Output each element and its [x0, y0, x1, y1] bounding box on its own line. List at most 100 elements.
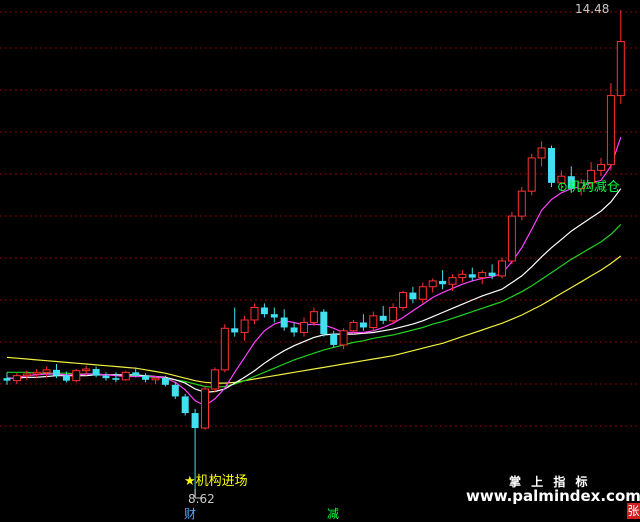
candle-up[interactable] — [309, 307, 318, 326]
candle-up[interactable] — [478, 270, 487, 285]
candle-body — [210, 369, 219, 390]
candle-up[interactable] — [507, 211, 516, 265]
candle-up[interactable] — [300, 317, 308, 337]
candle-body — [53, 369, 60, 376]
candle-body — [171, 384, 179, 397]
candle-up[interactable] — [389, 303, 398, 325]
candle-body — [260, 307, 268, 315]
candle-up[interactable] — [12, 373, 21, 384]
candle-down[interactable] — [231, 307, 239, 337]
institution-enter-signal: ★机构进场 — [184, 474, 248, 489]
ma-green-line — [7, 223, 622, 388]
candle-down[interactable] — [3, 372, 11, 385]
candle-down[interactable] — [548, 145, 555, 188]
candle-body — [498, 260, 506, 277]
candle-body — [548, 147, 555, 183]
candle-body — [22, 373, 31, 377]
reduction-marker[interactable]: 减 — [327, 505, 339, 522]
candle-body — [280, 317, 288, 328]
candle-body — [478, 272, 487, 279]
candle-down[interactable] — [280, 309, 288, 331]
candlesticks[interactable] — [3, 10, 625, 497]
candle-body — [191, 413, 199, 429]
candle-body — [527, 157, 536, 192]
candle-up[interactable] — [201, 386, 209, 430]
candle-body — [62, 375, 70, 381]
candle-body — [349, 321, 358, 332]
candle-up[interactable] — [121, 370, 130, 381]
candle-body — [330, 334, 338, 345]
candle-body — [12, 375, 21, 382]
candle-down[interactable] — [181, 393, 189, 416]
candle-up[interactable] — [448, 274, 457, 291]
candle-down[interactable] — [102, 372, 110, 381]
candle-body — [517, 190, 526, 217]
chart-canvas[interactable] — [0, 0, 640, 519]
kline-chart[interactable]: 14.48 8.62 ★机构进场 ⊙机构减仓 财 减 张 掌 上 指 标 www… — [0, 0, 640, 522]
candle-down[interactable] — [270, 307, 278, 323]
candle-body — [250, 307, 259, 321]
candle-down[interactable] — [112, 372, 120, 383]
candle-body — [409, 292, 417, 300]
price-low-label: 8.62 — [188, 492, 215, 506]
candle-down[interactable] — [260, 303, 268, 318]
candle-body — [339, 330, 348, 346]
candle-up[interactable] — [616, 10, 625, 104]
candle-down[interactable] — [320, 309, 328, 337]
candle-body — [42, 369, 51, 373]
rise-marker[interactable]: 张 — [627, 503, 640, 519]
candle-up[interactable] — [606, 83, 615, 171]
candle-body — [418, 286, 427, 300]
candle-up[interactable] — [458, 270, 467, 283]
candle-down[interactable] — [330, 330, 338, 348]
candle-up[interactable] — [597, 157, 605, 177]
candle-body — [112, 378, 120, 380]
candle-body — [468, 274, 476, 278]
watermark-url: www.palmindex.com — [466, 487, 640, 505]
candle-down[interactable] — [359, 314, 367, 331]
candle-body — [82, 368, 91, 372]
candle-body — [448, 277, 457, 285]
candle-body — [181, 396, 189, 414]
candle-down[interactable] — [439, 270, 447, 290]
candle-up[interactable] — [537, 141, 546, 167]
candle-body — [488, 272, 496, 276]
candle-body — [231, 328, 239, 333]
candle-body — [161, 378, 169, 385]
candle-up[interactable] — [527, 153, 536, 196]
candle-body — [92, 369, 100, 376]
candle-down[interactable] — [409, 286, 417, 304]
candle-up[interactable] — [399, 290, 407, 311]
candle-body — [32, 371, 41, 375]
candle-body — [616, 41, 625, 97]
candle-up[interactable] — [72, 369, 81, 383]
candle-up[interactable] — [369, 311, 378, 331]
candle-down[interactable] — [468, 267, 476, 281]
candle-body — [3, 378, 11, 381]
candle-up[interactable] — [428, 278, 437, 293]
price-high-label: 14.48 — [575, 2, 610, 16]
candle-body — [597, 164, 605, 171]
candle-up[interactable] — [240, 315, 249, 341]
candle-body — [537, 147, 546, 159]
ma-white-line — [7, 188, 622, 393]
candle-down[interactable] — [290, 322, 298, 337]
candle-body — [72, 370, 81, 382]
candle-down[interactable] — [92, 366, 100, 378]
candle-body — [428, 280, 437, 288]
chart-overlays — [194, 489, 204, 499]
candle-up[interactable] — [250, 303, 259, 325]
candle-up[interactable] — [517, 187, 526, 221]
candle-body — [606, 95, 615, 166]
candle-down[interactable] — [379, 305, 387, 325]
finance-marker[interactable]: 财 — [184, 505, 196, 522]
candle-body — [240, 319, 249, 333]
candle-up[interactable] — [498, 257, 506, 279]
candle-up[interactable] — [220, 324, 229, 373]
candle-down[interactable] — [171, 382, 179, 399]
candle-up[interactable] — [210, 367, 219, 393]
grid-lines — [0, 11, 640, 427]
candle-down[interactable] — [142, 373, 150, 383]
candle-body — [369, 315, 378, 328]
candle-body — [359, 322, 367, 328]
